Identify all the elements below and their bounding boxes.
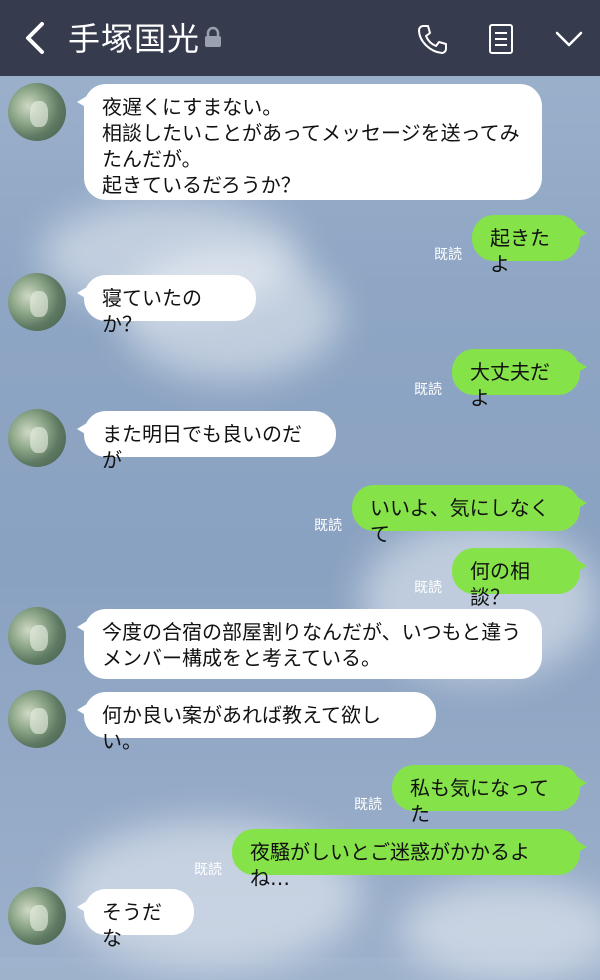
- notes-icon[interactable]: [484, 22, 518, 56]
- read-receipt: 既読: [414, 580, 442, 596]
- message-bubble-received: 何か良い案があれば教えて欲しい。: [77, 692, 436, 753]
- message-bubble-received: また明日でも良いのだが: [77, 411, 336, 472]
- avatar[interactable]: [8, 887, 66, 945]
- read-receipt: 既読: [314, 518, 342, 534]
- avatar[interactable]: [8, 273, 66, 331]
- chevron-down-icon[interactable]: [552, 22, 586, 56]
- message-bubble-received: 夜遅くにすまない。 相談したいことがあってメッセージを送ってみたんだが。 起きて…: [77, 84, 542, 200]
- read-receipt: 既読: [354, 797, 382, 813]
- avatar[interactable]: [8, 690, 66, 748]
- message-bubble-sent: 夜騒がしいとご迷惑がかかるよね…: [232, 829, 587, 890]
- message-bubble-received: そうだな: [77, 889, 194, 950]
- message-bubble-sent: 私も気になってた: [392, 765, 587, 826]
- avatar[interactable]: [8, 83, 66, 141]
- lock-icon: [205, 26, 221, 47]
- read-receipt: 既読: [434, 247, 462, 263]
- phone-icon[interactable]: [415, 22, 449, 56]
- chat-title: 手塚国光: [68, 20, 201, 58]
- read-receipt: 既読: [194, 862, 222, 878]
- message-bubble-sent: 起きたよ: [472, 215, 587, 276]
- message-list[interactable]: 夜遅くにすまない。 相談したいことがあってメッセージを送ってみたんだが。 起きて…: [0, 76, 600, 957]
- chevron-left-icon[interactable]: [20, 18, 50, 58]
- message-bubble-sent: いいよ、気にしなくて: [352, 485, 587, 546]
- avatar[interactable]: [8, 409, 66, 467]
- read-receipt: 既読: [414, 382, 442, 398]
- message-bubble-received: 今度の合宿の部屋割りなんだが、いつもと違うメンバー構成をと考えている。: [77, 609, 542, 679]
- chat-header: 手塚国光: [0, 0, 600, 76]
- message-bubble-sent: 大丈夫だよ: [452, 349, 587, 410]
- avatar[interactable]: [8, 607, 66, 665]
- message-bubble-received: 寝ていたのか？: [77, 275, 256, 336]
- message-bubble-sent: 何の相談？: [452, 548, 587, 609]
